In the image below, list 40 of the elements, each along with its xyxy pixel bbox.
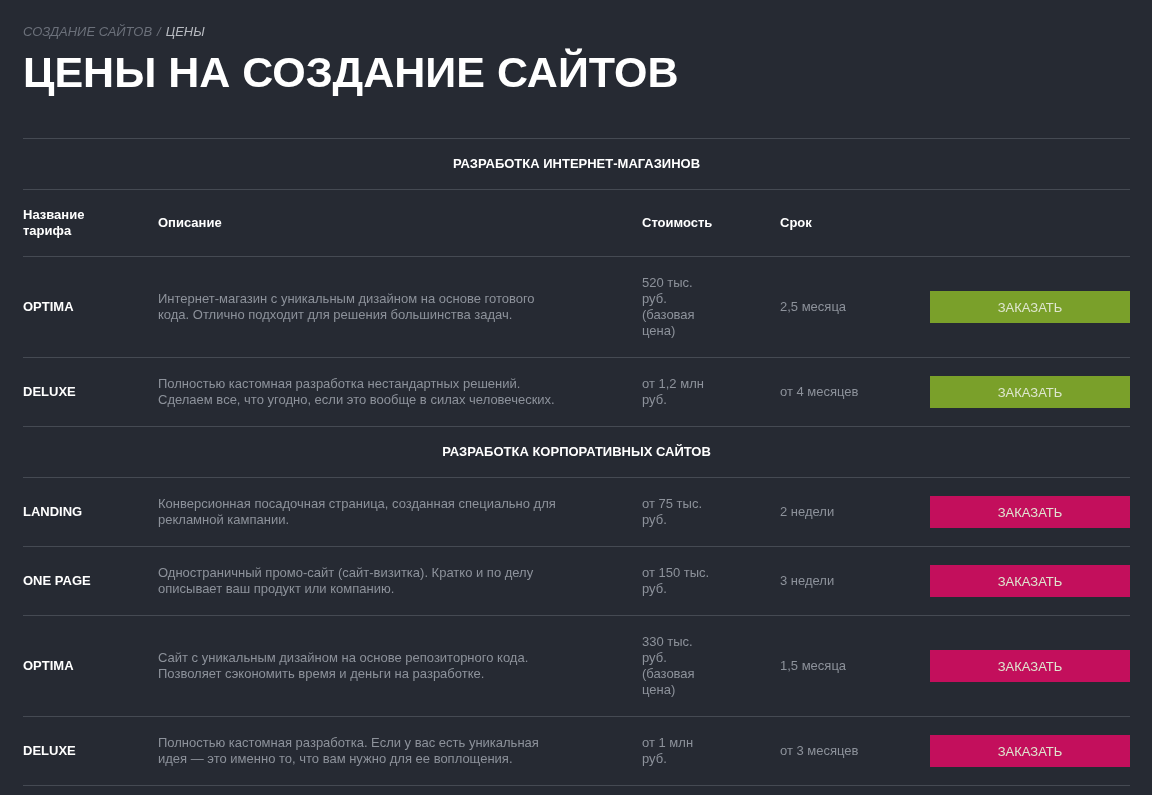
order-button[interactable]: ЗАКАЗАТЬ xyxy=(930,376,1130,408)
order-button[interactable]: ЗАКАЗАТЬ xyxy=(930,735,1130,767)
plan-name: DELUXE xyxy=(23,384,76,399)
plan-name: OPTIMA xyxy=(23,658,74,673)
section-heading: РАЗРАБОТКА ИНТЕРНЕТ-МАГАЗИНОВ xyxy=(23,139,1130,190)
column-header: Описание xyxy=(158,215,223,231)
plan-price: 330 тыс. руб. (базовая цена) xyxy=(642,634,696,698)
breadcrumb-link[interactable]: / xyxy=(157,24,161,40)
plan-duration: 2 недели xyxy=(780,504,835,519)
plan-duration: от 4 месяцев xyxy=(780,384,859,399)
plan-name: LANDING xyxy=(23,504,83,519)
plan-name: OPTIMA xyxy=(23,299,74,314)
plan-description: Одностраничный промо-сайт (сайт-визитка). Кратко и по делу описывает ваш продукт или компанию. xyxy=(158,565,535,597)
plan-description: Полностью кастомная разработка нестандартных решений. Сделаем все, что угодно, если это вообще в силах человеческих. xyxy=(158,376,556,408)
order-button[interactable]: ЗАКАЗАТЬ xyxy=(930,565,1130,597)
order-button[interactable]: ЗАКАЗАТЬ xyxy=(930,291,1130,323)
order-button[interactable]: ЗАКАЗАТЬ xyxy=(930,650,1130,682)
plan-price: 520 тыс. руб. (базовая цена) xyxy=(642,275,696,339)
page-title: ЦЕНЫ НА СОЗДАНИЕ САЙТОВ xyxy=(23,47,680,98)
plan-price: от 75 тыс. руб. xyxy=(642,496,703,528)
plan-description: Интернет-магазин с уникальным дизайном на основе готового кода. Отлично подходит для решения большинства задач. xyxy=(158,291,536,323)
column-header: Срок xyxy=(780,215,813,231)
plan-name: DELUXE xyxy=(23,743,76,758)
plan-duration: 3 недели xyxy=(780,573,835,588)
plan-description: Сайт с уникальным дизайном на основе репозиторного кода. Позволяет сэкономить время и деньги на разработке. xyxy=(158,650,530,682)
section-heading: РАЗРАБОТКА КОРПОРАТИВНЫХ САЙТОВ xyxy=(23,427,1130,478)
plan-name: ONE PAGE xyxy=(23,573,91,588)
plan-description: Полностью кастомная разработка. Если у вас есть уникальная идея — это именно то, что вам нужно для ее воплощения. xyxy=(158,735,540,767)
plan-price: от 1 млн руб. xyxy=(642,735,695,767)
plan-price: от 1,2 млн руб. xyxy=(642,376,705,408)
order-button[interactable]: ЗАКАЗАТЬ xyxy=(930,496,1130,528)
plan-duration: 1,5 месяца xyxy=(780,658,847,673)
breadcrumb-link[interactable]: СОЗДАНИЕ САЙТОВ xyxy=(23,24,153,40)
plan-duration: от 3 месяцев xyxy=(780,743,859,758)
plan-description: Конверсионная посадочная страница, созданная специально для рекламной кампании. xyxy=(158,496,557,528)
column-header: Название тарифа xyxy=(23,207,86,239)
plan-price: от 150 тыс. руб. xyxy=(642,565,711,597)
column-header: Стоимость xyxy=(642,215,714,231)
plan-duration: 2,5 месяца xyxy=(780,299,847,314)
breadcrumb-link[interactable]: ЦЕНЫ xyxy=(165,24,205,40)
